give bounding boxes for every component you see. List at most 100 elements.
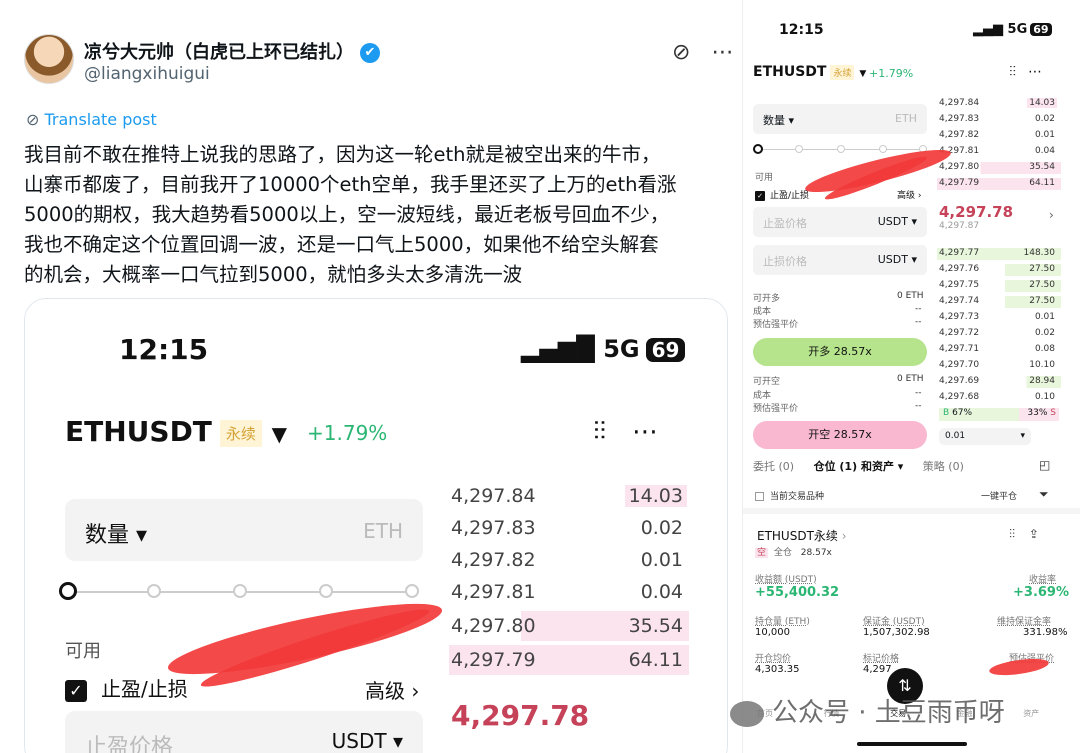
position-tags: 空 全仓 28.57x: [755, 545, 832, 558]
available-label: 可用: [755, 173, 774, 183]
tweet-image[interactable]: 12:15 ▂▄▆█ 5G 69 ETHUSDT 永续 ▼ +1.79% ⫶⫶ ⋯ 数…: [24, 298, 728, 753]
tab-strategy[interactable]: 策略 (0): [923, 460, 964, 473]
leverage-tag[interactable]: 28.57x: [801, 548, 832, 558]
tp-unit-select[interactable]: USDT ▾: [332, 729, 403, 753]
tpsl-checkbox[interactable]: ✓ 止盈/止损: [755, 188, 809, 201]
more-icon[interactable]: ⋯: [1028, 64, 1042, 80]
orderbook-bid-row[interactable]: 4,297.77 148.30: [937, 248, 1061, 260]
translate-post-link[interactable]: ⊘ Translate post: [26, 110, 157, 129]
entry-label: 开仓均价: [755, 654, 792, 664]
orderbook-ask-row[interactable]: 4,297.81 0.04: [449, 577, 689, 607]
author-name[interactable]: 凉兮大元帅（白虎已上环已结扎） ✔: [84, 38, 380, 64]
last-price: 4,297.78: [451, 699, 590, 732]
depth-select[interactable]: 0.01 ▾: [939, 428, 1031, 445]
quantity-selector[interactable]: 数量 ▾ ETH: [65, 499, 423, 561]
tab-positions[interactable]: 仓位 (1) 和资产 ▾: [814, 460, 904, 473]
sell-ratio-bar: 33% S: [1019, 408, 1059, 421]
quantity-unit: ETH: [363, 519, 403, 543]
nav-assets[interactable]: 资产: [1023, 709, 1039, 718]
history-icon[interactable]: ◰: [1039, 458, 1050, 472]
current-only-checkbox[interactable]: 当前交易品种: [755, 489, 824, 502]
open-short-button[interactable]: 开空 28.57x: [753, 421, 927, 449]
filter-icon[interactable]: ⏷: [1039, 487, 1049, 502]
tp-price-field[interactable]: 止盈价格 USDT ▾: [65, 711, 423, 753]
amount-slider[interactable]: [59, 582, 419, 600]
signal-icon: ▂▄▆: [973, 22, 1003, 37]
grok-icon[interactable]: ⊘: [672, 40, 690, 65]
orderbook-bid-row[interactable]: 4,297.75 27.50: [937, 280, 1061, 292]
tweet-line: 我也不确定这个位置回调一波，还是一口气上5000，如果他不给空头解套: [24, 233, 659, 256]
mmr-value: 331.98%: [1023, 627, 1068, 638]
slider-handle[interactable]: [59, 582, 77, 600]
status-bar: ▂▄▆█ 5G 69: [521, 335, 686, 363]
chevron-right-icon[interactable]: ›: [1049, 208, 1054, 222]
candle-chart-icon[interactable]: ⫶⫶: [1009, 527, 1015, 541]
author-handle[interactable]: @liangxihuigui: [84, 64, 210, 84]
open-long-label: 可开多: [753, 294, 781, 304]
orderbook-bid-row[interactable]: 4,297.73 0.01: [937, 312, 1061, 324]
caret-down-icon: ▼: [271, 422, 288, 446]
open-long-button[interactable]: 开多 28.57x: [753, 338, 927, 366]
advanced-link[interactable]: 高级 ›: [897, 188, 921, 201]
sl-price-field[interactable]: 止损价格 USDT ▾: [753, 245, 927, 275]
size-label: 持仓量 (ETH): [755, 617, 810, 627]
orderbook-bid-row[interactable]: 4,297.68 0.10: [937, 392, 1061, 404]
share-icon[interactable]: ⇪: [1029, 527, 1039, 541]
margin-label: 保证金 (USDT): [863, 617, 925, 627]
orderbook-ask-row[interactable]: 4,297.82 0.01: [449, 545, 689, 575]
orderbook-ask-row[interactable]: 4,297.83 0.02: [449, 513, 689, 543]
orderbook-bid-row[interactable]: 4,297.71 0.08: [937, 344, 1061, 356]
orderbook-ask-row[interactable]: 4,297.80 35.54: [937, 162, 1061, 174]
available-label: 可用: [65, 641, 101, 662]
orderbook-ask-row[interactable]: 4,297.80 35.54: [449, 611, 689, 641]
tpsl-checkbox[interactable]: ✓ 止盈/止损: [65, 673, 188, 702]
slider-tick: [837, 145, 845, 153]
mark-price: 4,297.87: [939, 221, 980, 231]
orderbook-bid-row[interactable]: 4,297.70 10.10: [937, 360, 1061, 372]
signal-icon: ▂▄▆█: [521, 335, 595, 363]
cost-value: --: [915, 388, 922, 398]
cost-label: 成本: [753, 307, 772, 317]
buy-sell-ratio: B 67% 33% S: [939, 408, 1059, 421]
slider-tick: [795, 145, 803, 153]
quantity-label: 数量 ▾: [85, 523, 148, 548]
candle-chart-icon[interactable]: ⫶⫶: [593, 417, 606, 447]
tweet-actions: ⊘ ⋯: [672, 40, 733, 65]
orderbook-ask-row[interactable]: 4,297.79 64.11: [449, 645, 689, 675]
orderbook-bid-row[interactable]: 4,297.76 27.50: [937, 264, 1061, 276]
more-icon[interactable]: ⋯: [711, 40, 733, 65]
amount-slider[interactable]: [753, 144, 927, 154]
quantity-selector[interactable]: 数量 ▾ ETH: [753, 104, 927, 134]
header-icons: ⫶⫶ ⋯: [593, 417, 658, 448]
status-time: 12:15: [779, 22, 824, 38]
orderbook-bid-row[interactable]: 4,297.69 28.94: [937, 376, 1061, 388]
avatar[interactable]: [24, 34, 74, 84]
slider-handle[interactable]: [753, 144, 763, 154]
orderbook-ask-row[interactable]: 4,297.79 64.11: [937, 178, 1061, 190]
tp-price-field[interactable]: 止盈价格 USDT ▾: [753, 207, 927, 237]
tab-orders[interactable]: 委托 (0): [753, 460, 794, 473]
candle-chart-icon[interactable]: ⫶⫶: [1009, 64, 1016, 80]
roe-value: +3.69%: [1013, 585, 1069, 600]
orderbook-ask-row[interactable]: 4,297.84 14.03: [937, 98, 1061, 110]
liq-label: 预估强平价: [753, 320, 799, 330]
advanced-link[interactable]: 高级 ›: [365, 675, 419, 704]
orderbook-bid-row[interactable]: 4,297.72 0.02: [937, 328, 1061, 340]
header-icons: ⫶⫶ ⋯: [1009, 64, 1042, 80]
orderbook-ask-row[interactable]: 4,297.83 0.02: [937, 114, 1061, 126]
position-title[interactable]: ETHUSDT永续 ›: [757, 527, 847, 544]
orderbook-bid-row[interactable]: 4,297.74 27.50: [937, 296, 1061, 308]
buy-ratio-bar: B 67%: [939, 408, 1020, 421]
more-icon[interactable]: ⋯: [632, 417, 658, 447]
orderbook-ask-row[interactable]: 4,297.82 0.01: [937, 130, 1061, 142]
cost-label: 成本: [753, 391, 772, 401]
pair-title[interactable]: ETHUSDT 永续 ▼: [753, 64, 866, 80]
orderbook-ask-row[interactable]: 4,297.84 14.03: [449, 481, 689, 511]
orderbook-ask-row[interactable]: 4,297.81 0.04: [937, 146, 1061, 158]
pair-title[interactable]: ETHUSDT 永续 ▼: [65, 415, 287, 448]
slider-tick: [233, 584, 247, 598]
translate-icon: ⊘: [26, 110, 45, 129]
home-indicator: [857, 742, 967, 746]
tp-price-placeholder: 止盈价格: [85, 735, 174, 753]
close-all-button[interactable]: 一键平仓: [981, 489, 1017, 502]
